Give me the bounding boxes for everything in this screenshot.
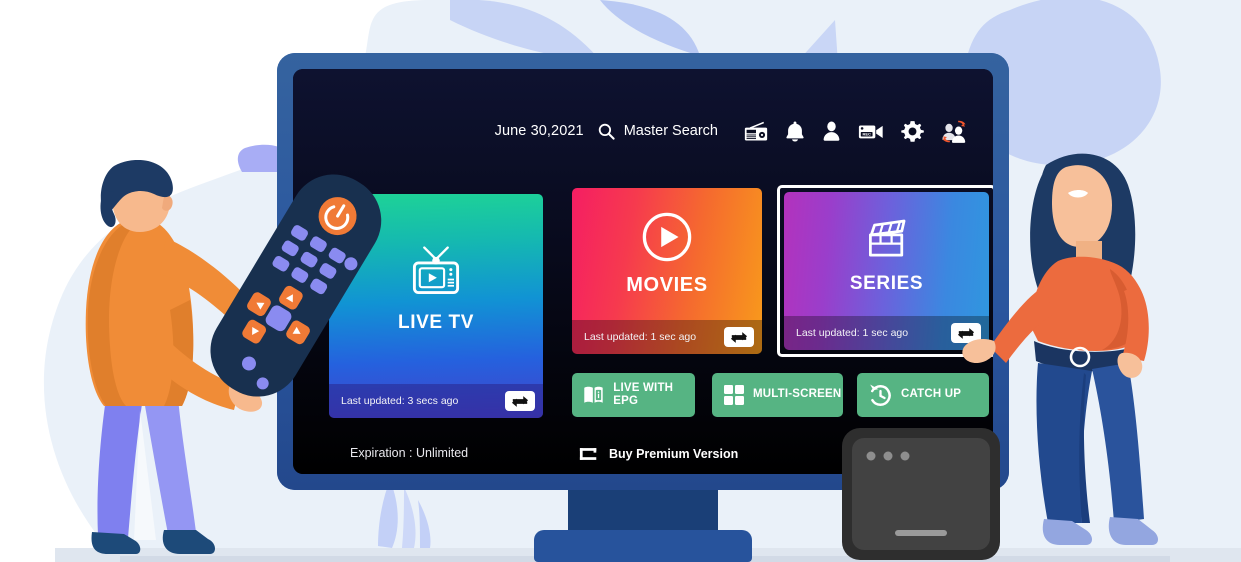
play-circle-icon [642,212,692,262]
app-topbar: June 30,2021 Master Search REC [293,110,993,152]
refresh-swap-icon [511,395,529,407]
topbar-icon-row: REC [744,120,967,143]
button-catch-up-label: CATCH UP [901,388,962,401]
button-live-with-epg-label: LIVE WITH EPG [613,381,674,407]
tile-movies-status: Last updated: 1 sec ago [584,331,697,343]
tv-screen: June 30,2021 Master Search REC LIVE TV L… [293,69,993,474]
tile-movies-footer: Last updated: 1 sec ago [572,320,762,354]
iptv-app-ui: June 30,2021 Master Search REC LIVE TV L… [293,69,993,474]
tile-live-tv-title: LIVE TV [398,312,474,333]
button-live-with-epg[interactable]: LIVE WITH EPG [572,373,695,417]
tile-movies-refresh-button[interactable] [724,327,754,347]
clock-rewind-icon [870,384,891,406]
tile-series-title: SERIES [849,273,924,294]
current-date: June 30,2021 [494,123,584,139]
svg-text:REC: REC [862,131,871,136]
monitor-stand-base [534,530,752,562]
rec-camera-icon[interactable]: REC [858,122,884,141]
tile-series-footer: Last updated: 1 sec ago [784,316,989,350]
refresh-swap-icon [730,331,748,343]
bell-icon[interactable] [785,120,805,142]
cart-icon [579,448,597,460]
button-multi-screen-label: MULTI-SCREEN [753,388,842,401]
screenshot-root: June 30,2021 Master Search REC LIVE TV L… [0,0,1241,562]
tile-series[interactable]: SERIES Last updated: 1 sec ago [784,192,989,350]
tile-movies-title: MOVIES [626,274,708,296]
button-multi-screen[interactable]: MULTI-SCREEN [712,373,843,417]
master-search-button[interactable]: Master Search [597,122,718,141]
switch-user-icon[interactable] [941,120,967,143]
grid-four-icon [724,385,744,405]
epg-book-icon [584,386,603,403]
search-icon [598,123,615,140]
set-top-box [842,428,1000,560]
tv-play-icon [412,246,460,295]
buy-premium-version-button[interactable]: Buy Premium Version [578,444,738,464]
gear-icon[interactable] [901,120,924,143]
tile-series-status: Last updated: 1 sec ago [796,327,909,339]
tile-movies[interactable]: MOVIES Last updated: 1 sec ago [572,188,762,354]
master-search-label: Master Search [623,123,718,139]
radio-icon[interactable] [744,121,768,142]
buy-premium-version-label: Buy Premium Version [609,447,739,461]
expiration-text: Expiration : Unlimited [350,446,469,460]
monitor-stand-neck [568,488,718,532]
person-icon[interactable] [822,120,841,142]
tv-remote-control [210,174,382,397]
tile-live-tv-refresh-button[interactable] [505,391,535,411]
clapperboard-icon [868,219,905,257]
